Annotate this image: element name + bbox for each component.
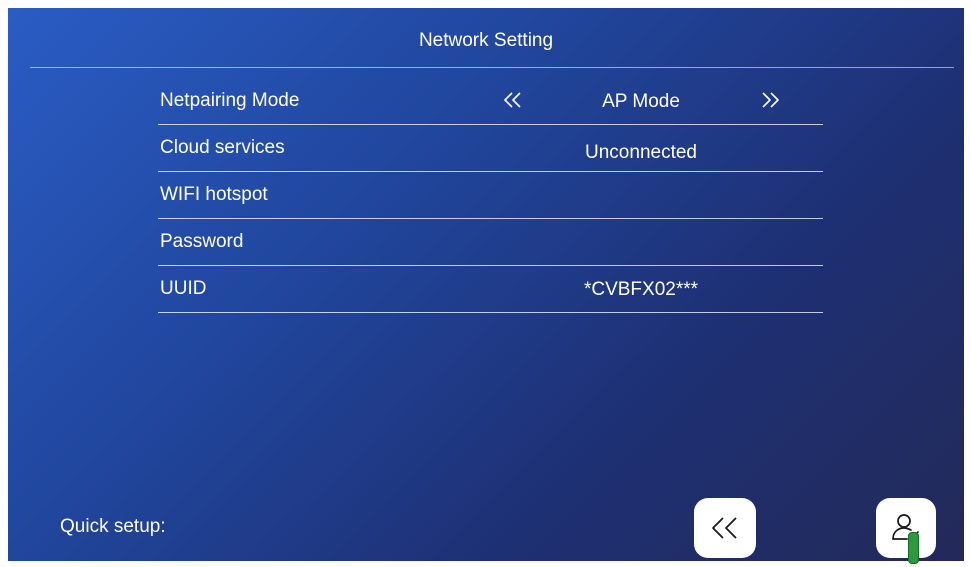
cloud-services-value: Unconnected: [585, 142, 697, 163]
mode-next-arrow-icon[interactable]: [758, 89, 782, 111]
uuid-value: *CVBFX02***: [583, 279, 699, 300]
network-setting-screen: Network Setting Netpairing Mode AP Mode …: [8, 8, 964, 561]
drag-handle[interactable]: [908, 532, 919, 564]
netpairing-mode-label: Netpairing Mode: [160, 90, 300, 111]
row-cloud-services: Cloud services Unconnected: [158, 125, 823, 172]
row-netpairing-mode: Netpairing Mode AP Mode: [158, 78, 823, 125]
back-button[interactable]: [694, 498, 756, 558]
cloud-services-label: Cloud services: [160, 137, 285, 158]
title-divider: [30, 67, 954, 68]
double-chevron-left-icon: [712, 517, 737, 539]
wifi-hotspot-label: WIFI hotspot: [160, 184, 268, 205]
row-password[interactable]: Password: [158, 219, 823, 266]
user-confirm-button[interactable]: [876, 498, 936, 558]
password-label: Password: [160, 231, 244, 252]
row-wifi-hotspot[interactable]: WIFI hotspot: [158, 172, 823, 219]
quick-setup-label: Quick setup:: [60, 516, 166, 537]
mode-prev-arrow-icon[interactable]: [501, 89, 525, 111]
uuid-label: UUID: [160, 278, 207, 299]
netpairing-mode-value: AP Mode: [602, 91, 680, 112]
row-uuid: UUID *CVBFX02***: [158, 266, 823, 313]
page-title: Network Setting: [418, 30, 554, 51]
